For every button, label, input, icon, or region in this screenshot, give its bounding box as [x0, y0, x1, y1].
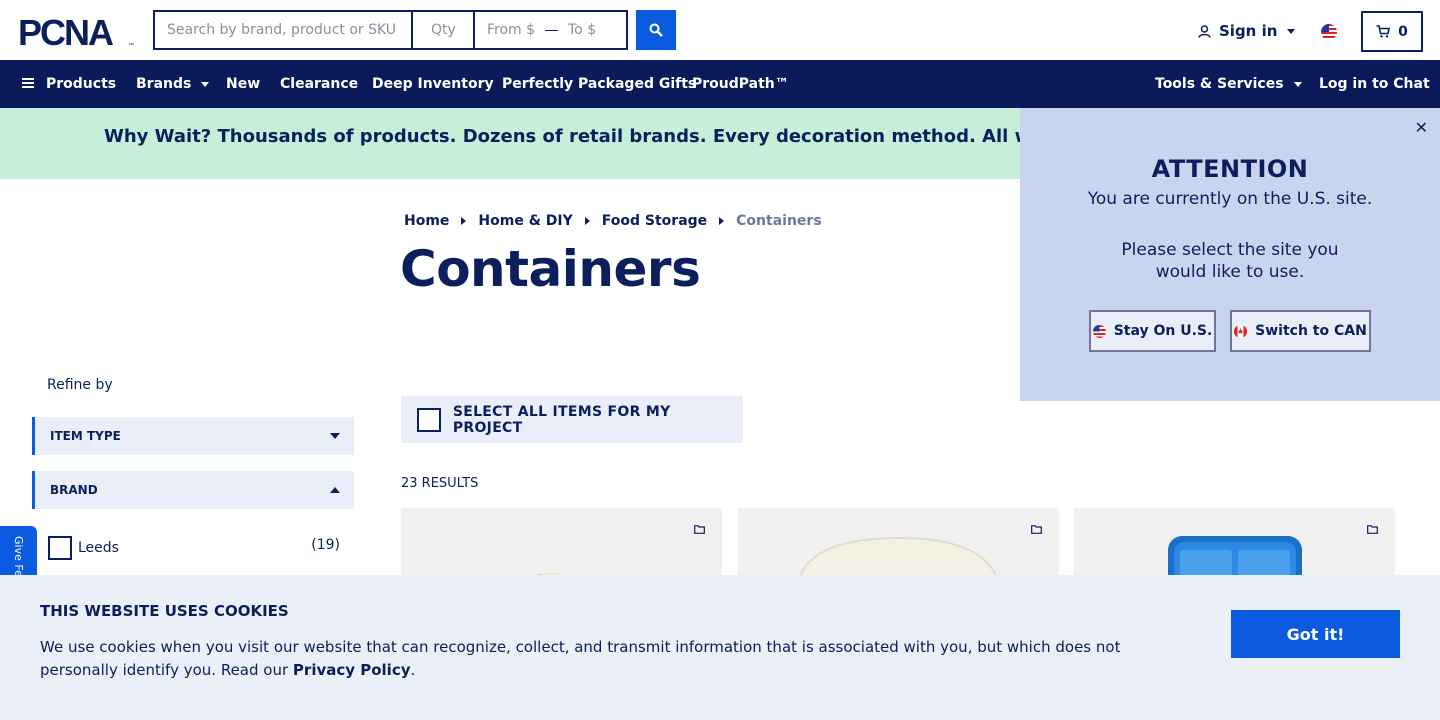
user-icon [1198, 24, 1211, 38]
qty-input[interactable] [411, 10, 473, 50]
caret-right-icon [584, 217, 590, 225]
nav-deep-inventory[interactable]: Deep Inventory [372, 76, 494, 92]
attention-select-text: Please select the site you would like to… [1121, 240, 1339, 282]
caret-right-icon [719, 217, 725, 225]
breadcrumb-food-storage[interactable]: Food Storage [602, 213, 707, 229]
cookie-body-text: We use cookies when you visit our websit… [40, 638, 1121, 679]
pcna-logo[interactable]: PCNA ™ [18, 14, 136, 50]
us-flag-icon [1092, 324, 1106, 338]
select-all-label: SELECT ALL ITEMS FOR MY PROJECT [452, 403, 671, 436]
breadcrumb: Home Home & DIY Food Storage Containers [404, 213, 822, 229]
breadcrumb-home[interactable]: Home [404, 213, 449, 229]
results-count: 23 RESULTS [401, 476, 479, 491]
cookie-text-suffix: . [410, 661, 416, 679]
facet-item-type-label: ITEM TYPE [50, 429, 121, 443]
privacy-policy-link[interactable]: Privacy Policy [293, 661, 411, 679]
folder-icon[interactable] [1367, 525, 1378, 534]
filter-leeds-checkbox[interactable] [48, 536, 72, 560]
price-from-input[interactable] [487, 22, 545, 38]
nav-brands[interactable]: Brands [136, 76, 210, 92]
facet-item-type[interactable]: ITEM TYPE [32, 417, 354, 455]
filter-leeds[interactable]: Leeds (19) [48, 536, 340, 560]
nav-products-label: Products [46, 76, 117, 92]
cart-count: 0 [1398, 23, 1408, 40]
caret-down-icon [330, 433, 340, 439]
facet-brand[interactable]: BRAND [32, 471, 354, 509]
chevron-down-icon [201, 81, 210, 87]
search-button[interactable] [636, 10, 676, 50]
promo-banner-text[interactable]: Why Wait? Thousands of products. Dozens … [104, 126, 1175, 147]
attention-current-site-text: You are currently on the U.S. site. [1087, 189, 1373, 209]
caret-up-icon [330, 487, 340, 493]
close-icon[interactable]: ✕ [1415, 118, 1428, 137]
filter-leeds-count: (19) [311, 537, 340, 553]
facet-brand-label: BRAND [50, 483, 98, 497]
svg-text:PCNA: PCNA [18, 14, 114, 50]
sign-in-label: Sign in [1219, 22, 1278, 40]
nav-proudpath[interactable]: ProudPath™ [692, 76, 789, 92]
cookie-banner: THIS WEBSITE USES COOKIES We use cookies… [0, 575, 1440, 720]
select-all-checkbox[interactable] [417, 407, 441, 432]
sign-in-menu[interactable]: Sign in [1198, 22, 1296, 40]
us-flag-icon[interactable] [1321, 24, 1337, 40]
search-icon [649, 23, 663, 37]
price-range [473, 10, 628, 50]
stay-on-us-label: Stay On U.S. [1113, 323, 1213, 339]
nav-new[interactable]: New [226, 76, 260, 92]
cart-button[interactable]: 0 [1361, 11, 1423, 52]
nav-login-chat[interactable]: Log in to Chat [1319, 76, 1430, 92]
refine-by-label: Refine by [47, 377, 113, 393]
search-bar [153, 10, 628, 50]
menu-icon [22, 78, 34, 88]
nav-perfectly-packaged-gifts[interactable]: Perfectly Packaged Gifts [502, 76, 696, 92]
nav-clearance[interactable]: Clearance [280, 76, 358, 92]
stay-on-us-button[interactable]: Stay On U.S. [1089, 310, 1216, 352]
search-input[interactable] [153, 10, 411, 50]
caret-right-icon [461, 217, 467, 225]
filter-leeds-label: Leeds [78, 540, 119, 556]
site-selector-popup: ✕ ATTENTION You are currently on the U.S… [1020, 108, 1440, 401]
got-it-button[interactable]: Got it! [1231, 610, 1400, 658]
switch-to-can-button[interactable]: Switch to CAN [1230, 310, 1371, 352]
chevron-down-icon [1293, 81, 1302, 87]
nav-tools-services[interactable]: Tools & Services [1155, 76, 1302, 92]
cookie-text: We use cookies when you visit our websit… [40, 636, 1140, 682]
price-range-dash [545, 29, 558, 31]
cookie-title: THIS WEBSITE USES COOKIES [40, 602, 289, 620]
page-title: Containers [400, 240, 701, 298]
chevron-down-icon [1287, 28, 1296, 34]
main-nav: Products Brands New Clearance Deep Inven… [0, 60, 1440, 108]
breadcrumb-home-diy[interactable]: Home & DIY [478, 213, 572, 229]
canada-flag-icon [1234, 324, 1248, 338]
site-header: PCNA ™ Sign in [0, 0, 1440, 60]
cart-icon [1376, 25, 1391, 38]
breadcrumb-current: Containers [736, 213, 822, 229]
price-to-input[interactable] [568, 22, 626, 38]
nav-brands-label: Brands [136, 76, 192, 92]
folder-icon[interactable] [694, 525, 705, 534]
nav-products[interactable]: Products [22, 76, 116, 92]
svg-text:™: ™ [128, 42, 134, 49]
switch-to-can-label: Switch to CAN [1255, 323, 1367, 339]
select-all-items[interactable]: SELECT ALL ITEMS FOR MY PROJECT [401, 396, 743, 443]
nav-tools-services-label: Tools & Services [1155, 76, 1284, 92]
attention-title: ATTENTION [1151, 155, 1309, 183]
folder-icon[interactable] [1031, 525, 1042, 534]
